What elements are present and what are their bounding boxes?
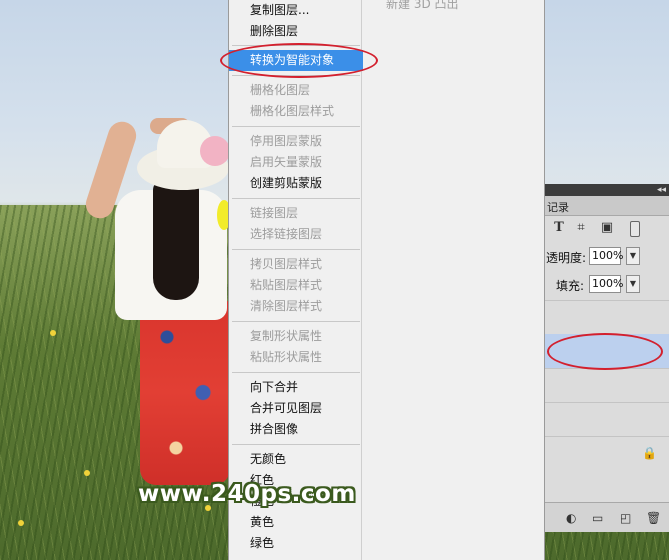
- toggle-icon[interactable]: [630, 221, 640, 237]
- hat-flower: [200, 136, 230, 166]
- layer-row[interactable]: [544, 402, 669, 436]
- menu-item-rasterize-layer[interactable]: 栅格化图层: [229, 80, 363, 101]
- flower-dot: [50, 330, 56, 336]
- menu-item-color-none[interactable]: 无颜色: [229, 449, 363, 470]
- menu-item-copy-style[interactable]: 拷贝图层样式: [229, 254, 363, 275]
- flower-dot: [18, 520, 24, 526]
- menu-item-delete-layer[interactable]: 删除图层: [229, 21, 363, 42]
- menu-item-rasterize-style[interactable]: 栅格化图层样式: [229, 101, 363, 122]
- menu-separator: [232, 198, 360, 199]
- menu-item-merge-visible[interactable]: 合并可见图层: [229, 398, 363, 419]
- trash-icon[interactable]: 🗑: [646, 511, 661, 525]
- menu-item-select-linked[interactable]: 选择链接图层: [229, 224, 363, 245]
- chevron-down-icon[interactable]: ▼: [626, 247, 640, 265]
- menu-item-color-yellow[interactable]: 黄色: [229, 512, 363, 533]
- transform-icon[interactable]: ⌗: [574, 221, 588, 235]
- type-icon[interactable]: T: [552, 221, 566, 235]
- menu-item-duplicate-layer[interactable]: 复制图层...: [229, 0, 363, 21]
- new-layer-icon[interactable]: ◰: [620, 511, 631, 525]
- lock-icon: 🔒: [642, 446, 657, 460]
- layer-row[interactable]: [544, 300, 669, 334]
- menu-separator: [232, 372, 360, 373]
- menu-item-paste-shape-attrs[interactable]: 粘贴形状属性: [229, 347, 363, 368]
- annotation-ellipse: [220, 43, 378, 78]
- menu-item-disable-mask[interactable]: 停用图层蒙版: [229, 131, 363, 152]
- menu-item-paste-style[interactable]: 粘贴图层样式: [229, 275, 363, 296]
- opacity-input[interactable]: 100%: [589, 247, 623, 265]
- menu-item-create-clipping-mask[interactable]: 创建剪贴蒙版: [229, 173, 363, 194]
- menu-item-clear-style[interactable]: 清除图层样式: [229, 296, 363, 317]
- annotation-ellipse: [547, 333, 663, 370]
- woman-skirt: [140, 300, 230, 485]
- menu-item-link-layers[interactable]: 链接图层: [229, 203, 363, 224]
- watermark-text: www.240ps.com: [138, 481, 356, 507]
- chevron-down-icon[interactable]: ▼: [626, 275, 640, 293]
- layer-context-menu: 复制图层... 删除图层 转换为智能对象 栅格化图层 栅格化图层样式 停用图层蒙…: [228, 0, 363, 560]
- flower-dot: [84, 470, 90, 476]
- menu-item-enable-vector-mask[interactable]: 启用矢量蒙版: [229, 152, 363, 173]
- panel-title-bar: ◂◂: [544, 184, 669, 196]
- collapse-icon[interactable]: ◂◂: [657, 184, 666, 196]
- woman-hair: [153, 180, 199, 300]
- layer-row[interactable]: [544, 368, 669, 402]
- submenu-area: 新建 3D 凸出: [362, 0, 545, 560]
- menu-item-copy-shape-attrs[interactable]: 复制形状属性: [229, 326, 363, 347]
- menu-item-flatten-image[interactable]: 拼合图像: [229, 419, 363, 440]
- menu-separator: [232, 126, 360, 127]
- menu-separator: [232, 444, 360, 445]
- menu-separator: [232, 321, 360, 322]
- panel-tab-bar: 记录: [544, 196, 669, 216]
- submenu-item-3d: 新建 3D 凸出: [386, 0, 459, 11]
- fill-label: 填充:: [556, 279, 585, 293]
- opacity-label: 透明度:: [546, 251, 587, 265]
- tab-history[interactable]: 记录: [547, 199, 569, 215]
- panel-bottom-toolbar: ◐ ▭ ◰ 🗑: [544, 502, 669, 532]
- folder-icon[interactable]: ▭: [592, 511, 603, 525]
- menu-item-color-green[interactable]: 绿色: [229, 533, 363, 554]
- smart-object-icon[interactable]: ▣: [600, 221, 614, 235]
- menu-separator: [232, 249, 360, 250]
- adjustment-icon[interactable]: ◐: [566, 511, 576, 525]
- fill-input[interactable]: 100%: [589, 275, 623, 293]
- menu-item-merge-down[interactable]: 向下合并: [229, 377, 363, 398]
- filter-toolbar: T ⌗ ▣: [544, 217, 669, 241]
